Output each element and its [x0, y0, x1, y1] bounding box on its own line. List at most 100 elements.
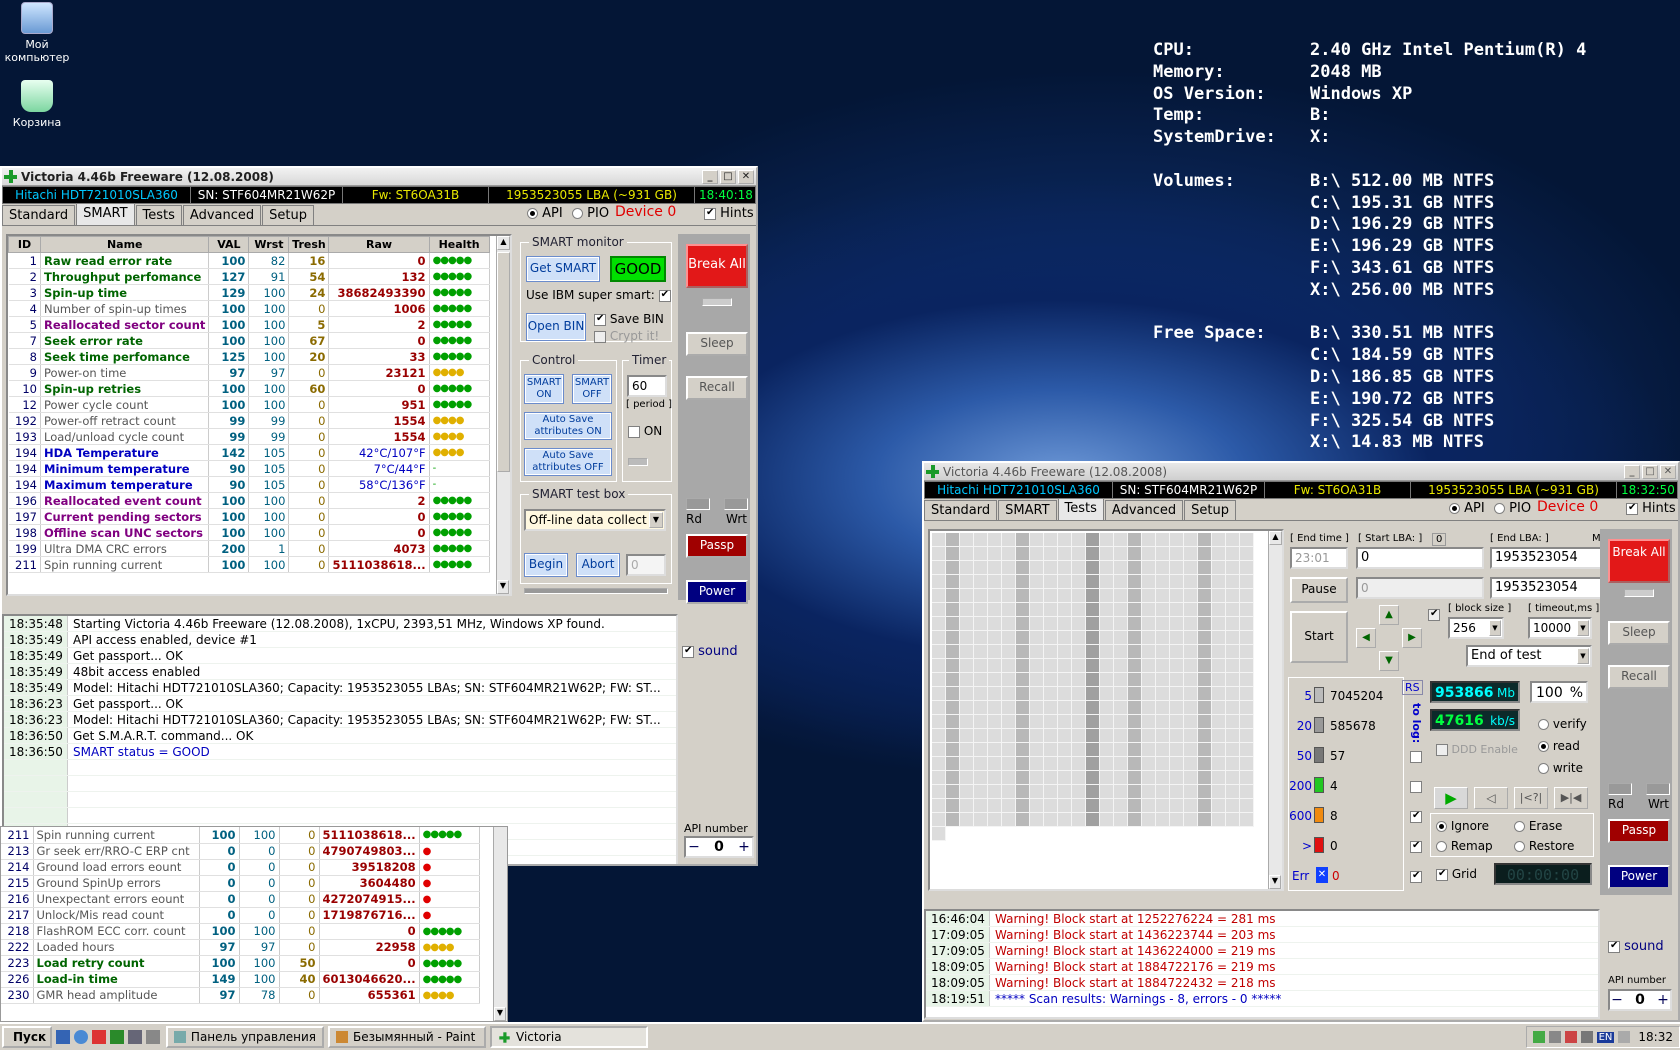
smart-row[interactable]: 3 Spin-up time 129 100 24 38682493390 ●●●●● — [8, 284, 490, 301]
break-all-button[interactable]: Break All — [1608, 539, 1670, 583]
smart-column-header[interactable]: Raw — [328, 236, 430, 253]
tray-security-icon[interactable] — [1564, 1031, 1577, 1043]
smart-row[interactable]: 214 Ground load errors eount 0 0 0 39518208 ● — [1, 859, 480, 876]
smart-row[interactable]: 8 Seek time perfomance 125 100 20 33 ●●●●● — [8, 348, 490, 365]
close-button[interactable]: ✕ — [1660, 464, 1676, 479]
smart-column-header[interactable]: VAL — [208, 236, 250, 253]
log-counter-checkbox[interactable] — [1410, 809, 1422, 823]
pause-button[interactable]: Pause — [1290, 577, 1348, 603]
log-errors-checkbox[interactable] — [1410, 869, 1422, 883]
smart-row[interactable]: 196 Reallocated event count 100 100 0 2 ●●●●● — [8, 492, 490, 509]
tab-tests[interactable]: Tests — [1057, 498, 1104, 520]
smart-row[interactable]: 1 Raw read error rate 100 82 16 0 ●●●●● — [8, 252, 490, 269]
remap-radio[interactable]: Remap — [1436, 839, 1493, 853]
smart-row[interactable]: 7 Seek error rate 100 100 67 0 ●●●●● — [8, 332, 490, 349]
smart-row[interactable]: 197 Current pending sectors 100 100 0 0 ●●●●● — [8, 508, 490, 525]
smart-column-header[interactable]: Tresh — [288, 236, 330, 253]
minimize-button[interactable]: _ — [702, 169, 718, 184]
recall-button[interactable]: Recall — [686, 376, 748, 400]
log-counter-checkbox[interactable] — [1410, 839, 1422, 853]
abort-button[interactable]: Abort — [576, 553, 620, 577]
hints-checkbox[interactable]: Hints — [1626, 501, 1676, 516]
smart-column-header[interactable]: ID — [8, 236, 41, 253]
taskbar-item-victoria[interactable]: Victoria — [490, 1026, 648, 1048]
rewind-icon[interactable]: ◁ — [1474, 787, 1508, 809]
tab-smart[interactable]: SMART — [998, 500, 1057, 520]
monitor-icon[interactable] — [146, 1030, 160, 1044]
tray-display-icon[interactable] — [1618, 1031, 1631, 1043]
smart-row[interactable]: 199 Ultra DMA CRC errors 200 1 0 4073 ●●●●● — [8, 540, 490, 557]
end-time-field[interactable]: 23:01 — [1290, 547, 1348, 569]
verify-radio[interactable]: verify — [1538, 717, 1587, 731]
smart-row[interactable]: 211 Spin running current 100 100 0 5111038618… — [1, 827, 480, 844]
smart-row[interactable]: 230 GMR head amplitude 97 78 0 655361 ●●●● — [1, 987, 480, 1004]
smart-row[interactable]: 10 Spin-up retries 100 100 60 0 ●●●●● — [8, 380, 490, 397]
skip-end-icon[interactable]: ▶|◀ — [1554, 787, 1588, 809]
erase-radio[interactable]: Erase — [1514, 819, 1562, 833]
end-lba-input[interactable]: 1953523054 — [1490, 547, 1608, 569]
smart-row[interactable]: 217 Unlock/Mis read count 0 0 0 1719876716...… — [1, 907, 480, 924]
printer-icon[interactable] — [128, 1030, 142, 1044]
write-radio[interactable]: write — [1538, 761, 1583, 775]
close-button[interactable]: ✕ — [738, 169, 754, 184]
tab-tests[interactable]: Tests — [135, 205, 182, 225]
start-button[interactable]: Пуск — [2, 1026, 52, 1048]
smart-row[interactable]: 218 FlashROM ECC corr. count 100 100 0 0 ●●●●● — [1, 923, 480, 940]
skip-random-icon[interactable]: |<?| — [1514, 787, 1548, 809]
start-button[interactable]: Start — [1290, 611, 1348, 663]
restore-radio[interactable]: Restore — [1514, 839, 1574, 853]
tab-standard[interactable]: Standard — [2, 205, 76, 225]
smart-column-header[interactable]: Health — [428, 236, 490, 253]
smart-row[interactable]: 194 Minimum temperature 90 105 0 7°C/44°F - — [8, 460, 490, 477]
smart-row[interactable]: 2 Throughput perfomance 127 91 54 132 ●●●●● — [8, 268, 490, 285]
recycle-bin-icon[interactable]: Корзина — [0, 80, 77, 129]
smart-row[interactable]: 194 Maximum temperature 90 105 0 58°C/136°F - — [8, 476, 490, 493]
save-bin-checkbox[interactable]: Save BIN — [594, 312, 664, 326]
lower-table-scrollbar[interactable]: ▼ — [493, 827, 507, 1021]
ie-icon[interactable] — [74, 1030, 88, 1044]
smart-row[interactable]: 4 Number of spin-up times 100 100 0 1006 ●●●●● — [8, 300, 490, 317]
smart-row[interactable]: 216 Unexpectant errors eount 0 0 0 4272074915… — [1, 891, 480, 908]
ibm-super-smart-option[interactable]: Use IBM super smart: — [526, 288, 671, 302]
timer-on-checkbox[interactable]: ON — [628, 424, 662, 438]
tab-advanced[interactable]: Advanced — [182, 205, 262, 225]
break-all-button[interactable]: Break All — [686, 244, 748, 288]
smart-row[interactable]: 223 Load retry count 100 100 50 0 ●●●●● — [1, 955, 480, 972]
smart-column-header[interactable]: Name — [39, 236, 210, 253]
api-number-spinner[interactable]: −0 + — [684, 836, 754, 858]
start-lba-zero-button[interactable]: 0 — [1432, 533, 1447, 546]
api-radio[interactable]: API — [527, 206, 563, 221]
smart-row[interactable]: 215 Ground SpinUp errors 0 0 0 3604480 ● — [1, 875, 480, 892]
smart-row[interactable]: 9 Power-on time 97 97 0 23121 ●●●● — [8, 364, 490, 381]
sound-checkbox[interactable]: sound — [682, 644, 738, 659]
play-icon[interactable]: ▶ — [1434, 787, 1468, 809]
maximize-button[interactable]: □ — [1642, 464, 1658, 479]
reset-stats-button[interactable]: RS — [1402, 680, 1423, 695]
power-button[interactable]: Power — [686, 580, 748, 604]
api-number-spinner[interactable]: −0 + — [1608, 989, 1672, 1011]
save-icon[interactable] — [56, 1030, 70, 1044]
tab-setup[interactable]: Setup — [262, 205, 314, 225]
auto-save-off-button[interactable]: Auto Save attributes OFF — [524, 448, 612, 476]
direction-pad[interactable]: ▲ ◀ ▶ ▼ — [1356, 605, 1422, 671]
smart-on-button[interactable]: SMART ON — [524, 374, 564, 404]
ignore-radio[interactable]: Ignore — [1436, 819, 1489, 833]
smart-row[interactable]: 193 Load/unload cycle count 99 99 0 1554 ●●●● — [8, 428, 490, 445]
log-counter-checkbox[interactable] — [1410, 779, 1422, 793]
abort-value-field[interactable]: 0 — [626, 554, 666, 576]
maximize-button[interactable]: □ — [720, 169, 736, 184]
tray-network-icon[interactable] — [1532, 1031, 1545, 1043]
recall-button[interactable]: Recall — [1608, 665, 1670, 689]
block-size-select[interactable]: 256 ▼ — [1448, 617, 1504, 639]
ddd-enable-checkbox[interactable]: DDD Enable — [1436, 743, 1518, 756]
smart-row[interactable]: 192 Power-off retract count 99 99 0 1554 ●●●● — [8, 412, 490, 429]
smart-row[interactable]: 213 Gr seek err/RRO-C ERP cnt 0 0 0 479074980… — [1, 843, 480, 860]
begin-button[interactable]: Begin — [524, 553, 568, 577]
smart-row[interactable]: 226 Load-in time 149 100 40 6013046620... ●●●●… — [1, 971, 480, 988]
smart-row[interactable]: 211 Spin running current 100 100 0 5111038618… — [8, 556, 490, 573]
api-radio[interactable]: API — [1449, 501, 1485, 516]
smart-row[interactable]: 5 Reallocated sector count 100 100 5 2 ●●●●● — [8, 316, 490, 333]
passp-button[interactable]: Passp — [686, 534, 748, 558]
tab-standard[interactable]: Standard — [924, 500, 998, 520]
my-computer-icon[interactable]: Мой компьютер — [0, 2, 77, 64]
